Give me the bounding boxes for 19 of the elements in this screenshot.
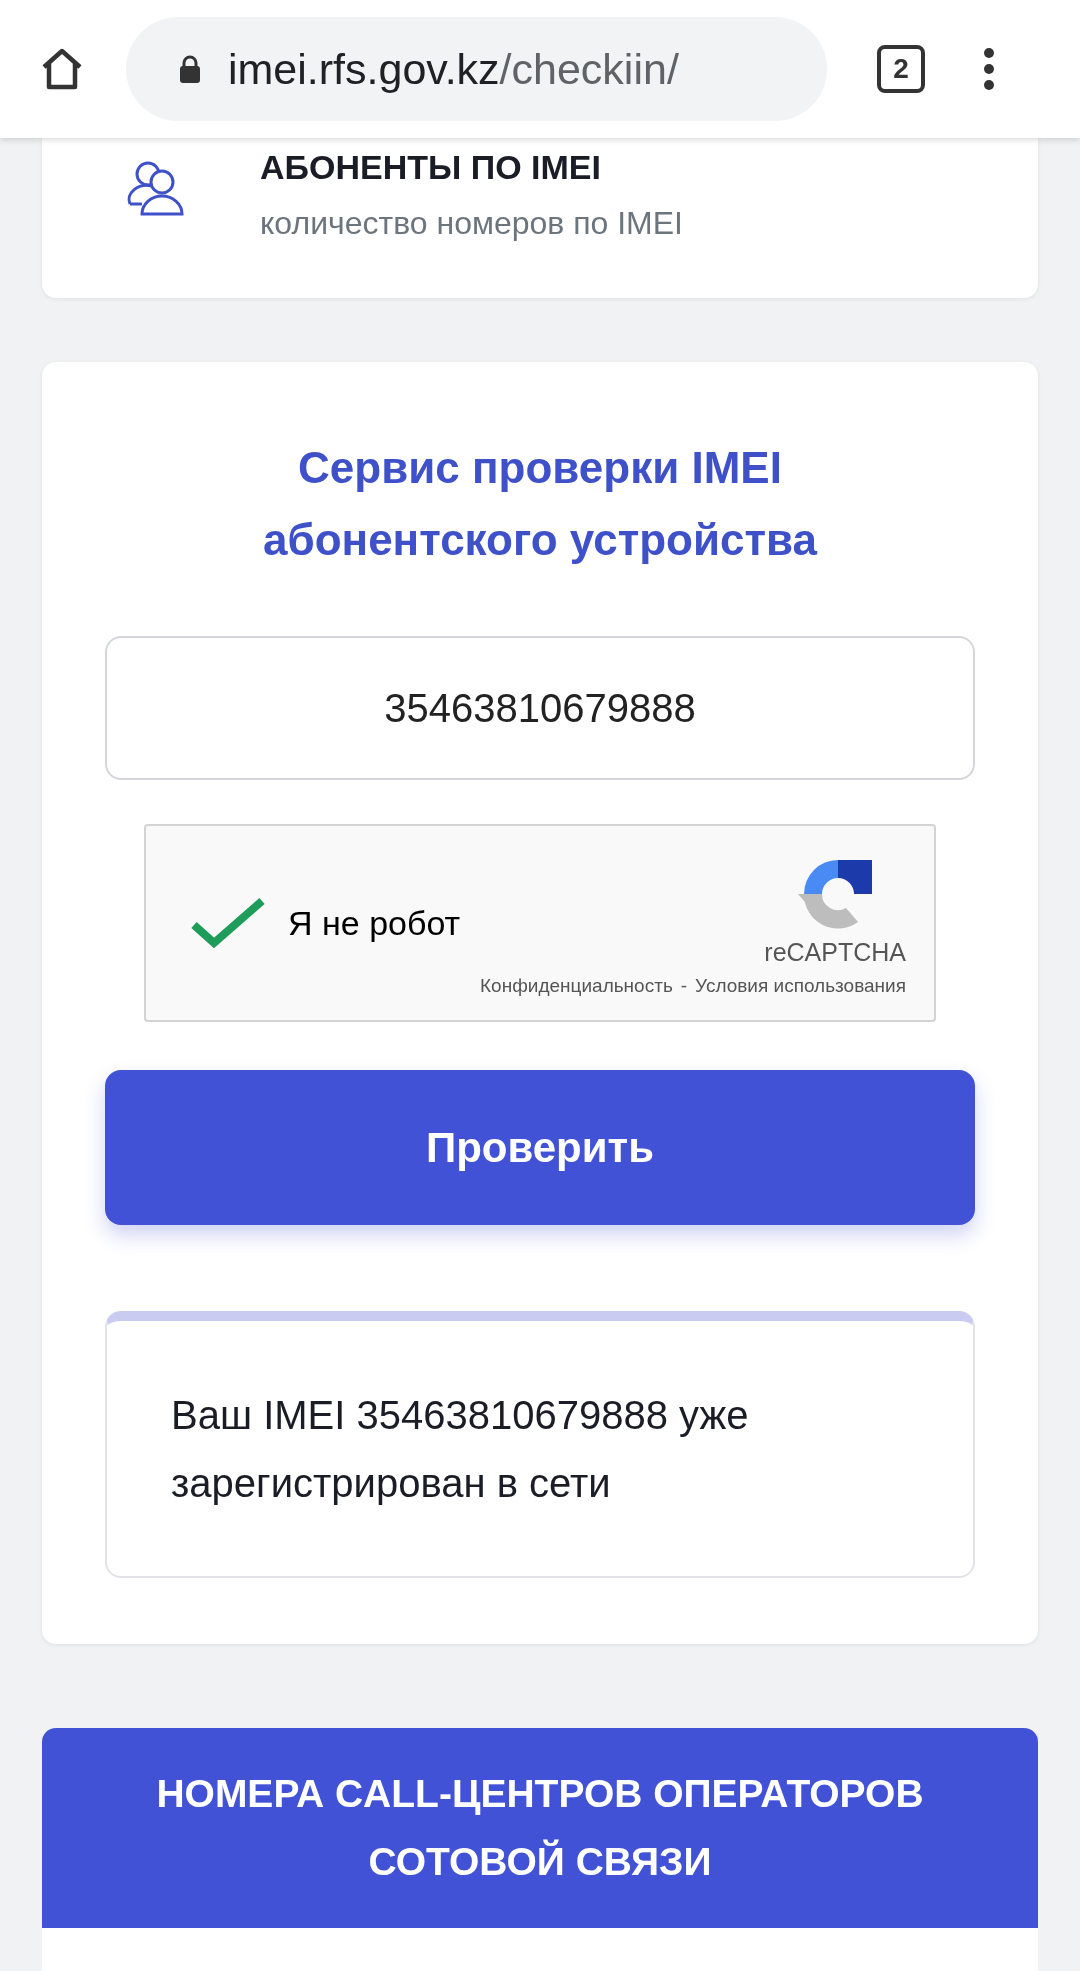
url-text: imei.rfs.gov.kz/checkiin/ <box>228 44 679 94</box>
subscribers-card[interactable]: АБОНЕНТЫ ПО IMEI количество номеров по IMEI <box>42 138 1038 298</box>
separator-text: - <box>680 975 688 997</box>
imei-input-field[interactable]: 35463810679888 <box>105 636 975 780</box>
checkmark-icon[interactable] <box>190 897 266 949</box>
terms-link[interactable]: Условия использования <box>695 975 906 997</box>
captcha-label: Я не робот <box>288 903 461 943</box>
card-title: АБОНЕНТЫ ПО IMEI <box>260 148 602 187</box>
tab-count-button[interactable]: 2 <box>877 45 925 93</box>
card-subtitle: количество номеров по IMEI <box>260 205 683 242</box>
address-bar[interactable]: imei.rfs.gov.kz/checkiin/ <box>126 17 827 121</box>
recaptcha-brand: reCAPTCHA <box>764 938 906 967</box>
result-message: Ваш IMEI 35463810679888 уже зарегистрирован в сети <box>171 1392 750 1507</box>
menu-icon[interactable] <box>983 47 995 91</box>
form-title: Сервис проверки IMEI абонентского устройства <box>262 442 819 566</box>
lock-icon <box>178 54 202 84</box>
privacy-link[interactable]: Конфиденциальность <box>480 975 673 997</box>
section-title: НОМЕРА CALL-ЦЕНТРОВ ОПЕРАТОРОВ СОТОВОЙ СВЯЗИ <box>155 1771 925 1885</box>
check-button[interactable]: Проверить <box>105 1070 975 1225</box>
